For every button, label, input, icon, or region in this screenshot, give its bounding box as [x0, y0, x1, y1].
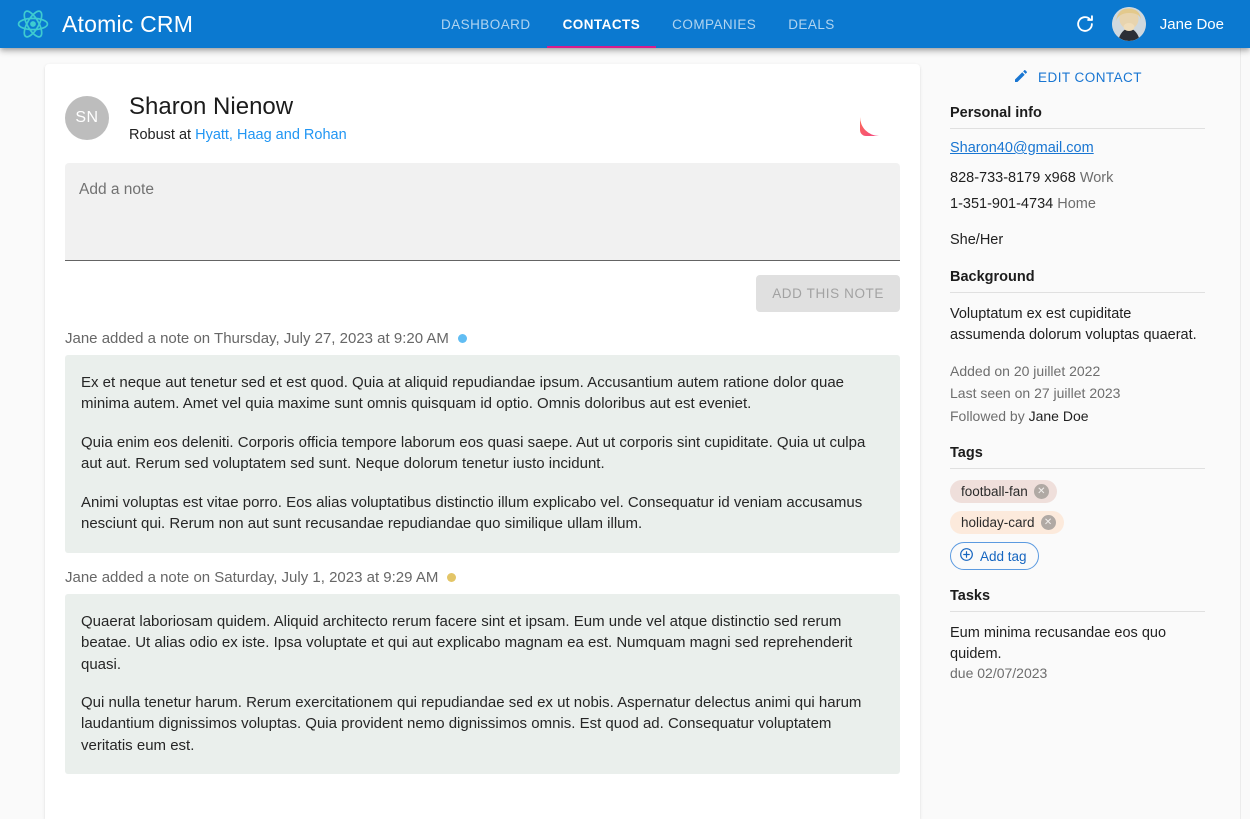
contact-identity: Sharon Nienow Robust at Hyatt, Haag and …: [129, 92, 347, 143]
status-badge: [458, 334, 467, 343]
last-seen-label: Last seen on: [950, 385, 1034, 401]
react-atom-icon: [16, 7, 50, 41]
note-composer-actions: ADD THIS NOTE: [65, 261, 900, 318]
background-text: Voluptatum ex est cupiditate assumenda d…: [950, 304, 1205, 346]
note-paragraph: Qui nulla tenetur harum. Rerum exercitat…: [81, 692, 884, 756]
edit-contact-button[interactable]: EDIT CONTACT: [950, 64, 1205, 105]
phone-number: 1-351-901-4734: [950, 196, 1053, 212]
pencil-icon: [1013, 68, 1029, 87]
nav-item-dashboard[interactable]: DASHBOARD: [425, 0, 547, 48]
tag-label: football-fan: [961, 484, 1028, 499]
note-paragraph: Ex et neque aut tenetur sed et est quod.…: [81, 372, 884, 415]
company-logo-icon[interactable]: 9: [858, 96, 900, 138]
followed-label: Followed by: [950, 408, 1029, 424]
added-label: Added on: [950, 363, 1014, 379]
task-due-date: due 02/07/2023: [950, 665, 1205, 681]
followed-value: Jane Doe: [1029, 408, 1089, 424]
task-item[interactable]: Eum minima recusandae eos quo quidem. du…: [950, 623, 1205, 681]
contact-subtitle: Robust at Hyatt, Haag and Rohan: [129, 127, 347, 143]
nav-item-companies[interactable]: COMPANIES: [656, 0, 772, 48]
contact-email-link[interactable]: Sharon40@gmail.com: [950, 140, 1205, 156]
note-input-placeholder: Add a note: [79, 181, 886, 199]
plus-circle-icon: [959, 547, 974, 565]
add-tag-button[interactable]: Add tag: [950, 542, 1039, 570]
background-last-seen: Last seen on 27 juillet 2023: [950, 382, 1205, 404]
section-personal-info: Personal info Sharon40@gmail.com 828-733…: [950, 105, 1205, 251]
phone-home: 1-351-901-4734 Home: [950, 194, 1205, 215]
section-title: Personal info: [950, 105, 1205, 129]
contact-header: SN Sharon Nienow Robust at Hyatt, Haag a…: [65, 84, 900, 153]
last-seen-value: 27 juillet 2023: [1034, 385, 1120, 401]
tag-list: football-fan ✕ holiday-card ✕: [950, 480, 1205, 542]
note-meta: Jane added a note on Saturday, July 1, 2…: [65, 557, 900, 594]
phone-type: Work: [1080, 170, 1114, 186]
nav-item-contacts[interactable]: CONTACTS: [547, 0, 657, 48]
app-title: Atomic CRM: [62, 13, 193, 36]
section-title: Tags: [950, 445, 1205, 469]
added-value: 20 juillet 2022: [1014, 363, 1100, 379]
phone-number: 828-733-8179 x968: [950, 170, 1076, 186]
background-followed-by: Followed by Jane Doe: [950, 405, 1205, 427]
page-title: Sharon Nienow: [129, 92, 347, 122]
task-text: Eum minima recusandae eos quo quidem.: [950, 623, 1205, 664]
phone-type: Home: [1057, 196, 1096, 212]
contact-detail-card: SN Sharon Nienow Robust at Hyatt, Haag a…: [45, 64, 920, 819]
refresh-icon[interactable]: [1072, 11, 1098, 37]
contact-aside: EDIT CONTACT Personal info Sharon40@gmai…: [950, 64, 1205, 699]
app-header: Atomic CRM DASHBOARD CONTACTS COMPANIES …: [0, 0, 1250, 48]
note-body: Quaerat laboriosam quidem. Aliquid archi…: [65, 594, 900, 775]
tag-label: holiday-card: [961, 515, 1035, 530]
note-paragraph: Quaerat laboriosam quidem. Aliquid archi…: [81, 611, 884, 675]
note-meta: Jane added a note on Thursday, July 27, …: [65, 318, 900, 355]
user-name[interactable]: Jane Doe: [1160, 16, 1224, 33]
note-body: Ex et neque aut tenetur sed et est quod.…: [65, 355, 900, 553]
tag-chip[interactable]: football-fan ✕: [950, 480, 1057, 503]
note-meta-text: Jane added a note on Saturday, July 1, 2…: [65, 569, 438, 586]
edit-contact-label: EDIT CONTACT: [1038, 70, 1142, 85]
contact-avatar-initials: SN: [65, 96, 109, 140]
tag-chip[interactable]: holiday-card ✕: [950, 511, 1064, 534]
section-tasks: Tasks Eum minima recusandae eos quo quid…: [950, 588, 1205, 681]
contact-company-link[interactable]: Hyatt, Haag and Rohan: [195, 127, 347, 143]
page-scrollbar[interactable]: [1240, 48, 1250, 819]
remove-tag-icon[interactable]: ✕: [1034, 484, 1049, 499]
section-title: Background: [950, 269, 1205, 293]
main-nav: DASHBOARD CONTACTS COMPANIES DEALS: [425, 0, 851, 48]
section-title: Tasks: [950, 588, 1205, 612]
nav-item-deals[interactable]: DEALS: [772, 0, 851, 48]
add-tag-label: Add tag: [980, 549, 1027, 564]
contact-pronouns: She/Her: [950, 230, 1205, 251]
svg-text:9: 9: [873, 107, 885, 130]
section-tags: Tags football-fan ✕ holiday-card ✕ Add tag: [950, 445, 1205, 570]
note-paragraph: Animi voluptas est vitae porro. Eos alia…: [81, 492, 884, 535]
contact-job-title: Robust at: [129, 127, 195, 143]
remove-tag-icon[interactable]: ✕: [1041, 515, 1056, 530]
note-paragraph: Quia enim eos deleniti. Corporis officia…: [81, 432, 884, 475]
avatar[interactable]: [1112, 7, 1146, 41]
phone-work: 828-733-8179 x968 Work: [950, 168, 1205, 189]
note-meta-text: Jane added a note on Thursday, July 27, …: [65, 330, 449, 347]
note-input[interactable]: Add a note: [65, 163, 900, 261]
section-background: Background Voluptatum ex est cupiditate …: [950, 269, 1205, 427]
page-body: SN Sharon Nienow Robust at Hyatt, Haag a…: [0, 48, 1250, 819]
background-added: Added on 20 juillet 2022: [950, 360, 1205, 382]
brand[interactable]: Atomic CRM: [16, 7, 193, 41]
spacer: [950, 220, 1205, 230]
add-note-button[interactable]: ADD THIS NOTE: [756, 275, 900, 312]
status-badge: [447, 573, 456, 582]
app-header-actions: Jane Doe: [1072, 7, 1234, 41]
